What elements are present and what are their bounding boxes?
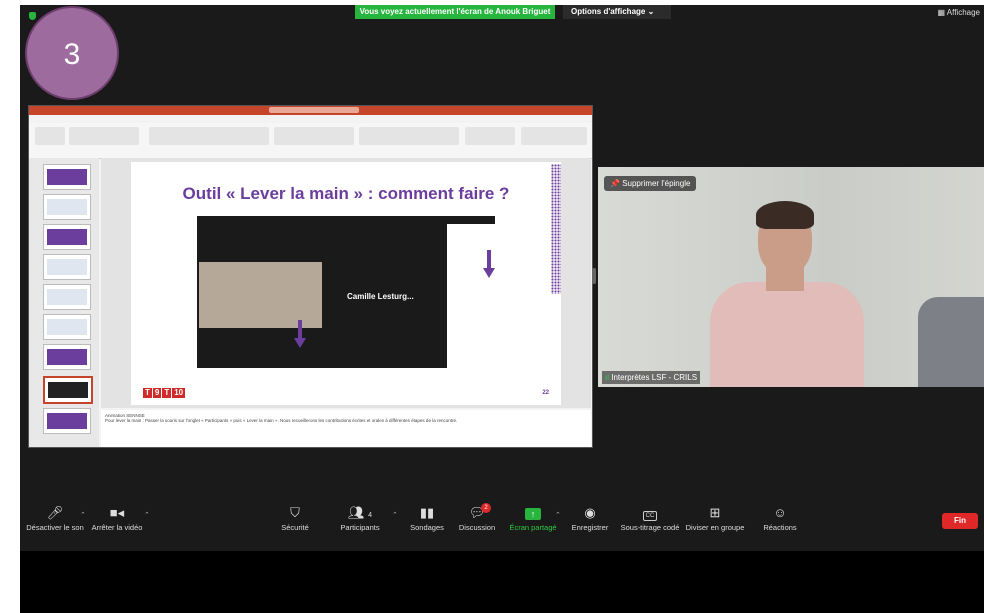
grid-icon: ⊞ [709,505,721,520]
captions-button[interactable]: CC Sous-titrage codé [615,505,685,532]
screen-share-banner: Vous voyez actuellement l'écran de Anouk… [355,5,555,19]
step-number-badge: 3 [25,6,119,100]
breakout-rooms-button[interactable]: ⊞ Diviser en groupe [680,505,750,532]
camera-icon: ■◂ [109,505,125,520]
unpin-button[interactable]: 📌 Supprimer l'épingle [604,176,697,191]
meeting-controls: 🎤︎ Désactiver le son ⌃ ■◂ Arrêter la vid… [20,495,984,551]
inner-participant-video [199,262,322,328]
arrow-down-icon [294,338,306,348]
ppt-search-box [269,107,359,113]
ppt-menu-bar [29,115,592,123]
current-slide: Outil « Lever la main » : comment faire … [131,162,561,405]
slide-thumbnails [29,158,99,447]
display-button[interactable]: ▦ Affichage [937,8,980,17]
cc-icon: CC [615,505,685,521]
pin-icon: 📌 [610,179,623,188]
speaker-notes: Animation SENNSE Pour lever la main : Pa… [101,410,591,447]
participants-button[interactable]: 👥︎ 4 Participants [325,505,395,532]
view-options-button[interactable]: Options d'affichage ⌄ [563,5,671,19]
participant-name-label: ıl Interprètes LSF - CRILS [602,371,701,384]
slide-canvas: Outil « Lever la main » : comment faire … [101,158,591,408]
ppt-ribbon [29,123,592,159]
chat-unread-badge: 2 [481,503,491,513]
slide-logo: T 9 T 10 [143,388,186,398]
slide-page-number: 22 [542,390,549,396]
participants-icon: 👥︎ [347,505,365,520]
grid-icon: ▦ [937,8,947,17]
stop-video-button[interactable]: ■◂ Arrêter la vidéo [82,505,152,532]
slide-zoom-screenshot: Camille Lesturg... [197,216,495,368]
arrow-down-icon [483,268,495,278]
inner-participant-name: Camille Lesturg... [347,292,414,301]
video-options-chevron-icon[interactable]: ⌃ [144,511,150,519]
bottom-black-strip [20,551,984,613]
notes-line-2: Pour lever la main : Passer la souris su… [105,418,458,423]
security-shield-icon[interactable] [29,12,36,20]
shield-icon: ⛉ [290,505,300,520]
security-button[interactable]: ⛉ Sécurité [260,505,330,532]
ppt-title-bar [29,106,592,115]
display-label: Affichage [946,8,980,17]
participants-count: 4 [368,512,373,519]
share-arrow-icon: ↑ [525,508,541,520]
reactions-button[interactable]: ☺ Réactions [745,505,815,532]
slide-title: Outil « Lever la main » : comment faire … [182,184,510,203]
smiley-icon: ☺ [773,505,787,520]
zoom-meeting-window: Vous voyez actuellement l'écran de Anouk… [20,5,984,613]
participant-video-tile: 📌 Supprimer l'épingle ıl Interprètes LSF… [598,167,984,387]
shared-screen: Outil « Lever la main » : comment faire … [28,105,593,448]
end-meeting-button[interactable]: Fin [942,513,978,529]
inner-participants-panel [447,224,495,368]
split-view-handle[interactable] [592,268,596,284]
